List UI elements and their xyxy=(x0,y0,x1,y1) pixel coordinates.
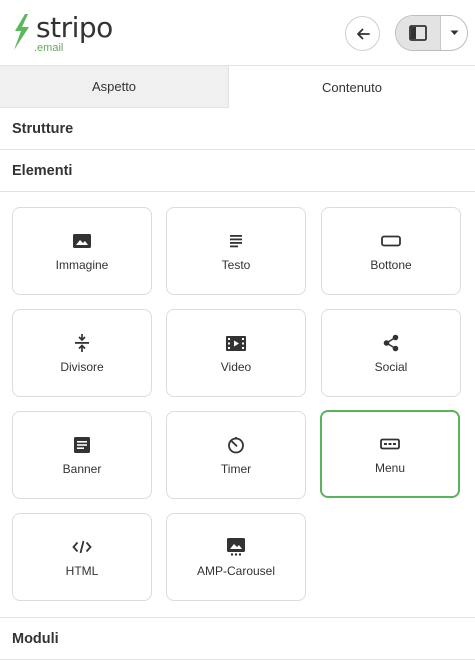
element-card-banner[interactable]: Banner xyxy=(12,411,152,499)
share-icon xyxy=(381,333,401,353)
menu-icon xyxy=(380,434,400,454)
element-label: Divisore xyxy=(60,360,104,374)
element-label: AMP-Carousel xyxy=(196,564,276,578)
code-icon xyxy=(72,537,92,557)
panel-layout-icon xyxy=(409,25,427,41)
elements-grid: Immagine Testo Bottone Divisore Video So… xyxy=(0,192,475,617)
element-card-divisore[interactable]: Divisore xyxy=(12,309,152,397)
element-label: Immagine xyxy=(55,258,109,272)
logo-subtext: .email xyxy=(34,42,64,54)
element-card-html[interactable]: HTML xyxy=(12,513,152,601)
layout-toggle-group xyxy=(395,15,468,51)
arrow-left-icon xyxy=(356,28,370,39)
section-elementi[interactable]: Elementi xyxy=(0,150,475,192)
logo-bolt-icon xyxy=(14,14,29,50)
element-label: Bottone xyxy=(370,258,412,272)
tab-aspetto[interactable]: Aspetto xyxy=(0,66,229,108)
back-button[interactable] xyxy=(345,16,380,51)
element-card-testo[interactable]: Testo xyxy=(166,207,306,295)
panel-tabs: Aspetto Contenuto xyxy=(0,66,475,108)
chevron-down-icon xyxy=(450,30,458,35)
element-label: Testo xyxy=(221,258,251,272)
timer-icon xyxy=(226,435,246,455)
tab-contenuto[interactable]: Contenuto xyxy=(229,66,475,108)
text-icon xyxy=(226,231,246,251)
stripo-logo[interactable]: stripo .email xyxy=(12,12,122,56)
element-label: Menu xyxy=(374,461,406,475)
carousel-icon xyxy=(226,537,246,557)
layout-view-button[interactable] xyxy=(396,16,441,50)
element-label: Social xyxy=(374,360,408,374)
element-card-bottone[interactable]: Bottone xyxy=(321,207,461,295)
element-label: Timer xyxy=(220,462,252,476)
element-label: Video xyxy=(220,360,252,374)
element-card-menu[interactable]: Menu xyxy=(320,410,460,498)
divider-icon xyxy=(72,333,92,353)
element-card-social[interactable]: Social xyxy=(321,309,461,397)
banner-icon xyxy=(72,435,92,455)
image-icon xyxy=(72,231,92,251)
element-label: HTML xyxy=(65,564,99,578)
element-card-video[interactable]: Video xyxy=(166,309,306,397)
section-strutture[interactable]: Strutture xyxy=(0,108,475,150)
app-header: stripo .email xyxy=(0,0,475,66)
logo-wordmark: stripo xyxy=(36,11,113,44)
element-card-timer[interactable]: Timer xyxy=(166,411,306,499)
section-moduli[interactable]: Moduli xyxy=(0,617,475,660)
video-icon xyxy=(226,333,246,353)
element-label: Banner xyxy=(62,462,102,476)
button-icon xyxy=(381,231,401,251)
element-card-immagine[interactable]: Immagine xyxy=(12,207,152,295)
element-card-amp-carousel[interactable]: AMP-Carousel xyxy=(166,513,306,601)
layout-dropdown-button[interactable] xyxy=(441,16,467,50)
